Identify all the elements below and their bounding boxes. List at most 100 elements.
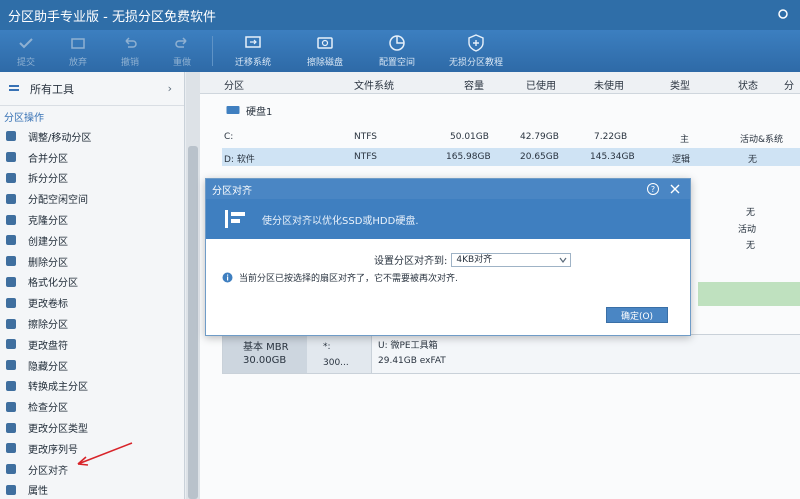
help-icon[interactable]: ? (646, 182, 660, 196)
sidebar-item-label: 删除分区 (28, 257, 68, 269)
allocate-icon (6, 193, 16, 204)
banner-text: 使分区对齐以优化SSD或HDD硬盘. (262, 215, 419, 227)
sidebar-item[interactable]: 转换成主分区 (0, 376, 184, 397)
undo-button[interactable]: 撤销 (104, 30, 156, 72)
sidebar-item-label: 检查分区 (28, 403, 68, 415)
col-type[interactable]: 类型 (670, 77, 690, 92)
discard-icon (71, 38, 85, 49)
clone-icon (6, 214, 16, 225)
align-label: 设置分区对齐到: (374, 256, 448, 267)
col-capacity[interactable]: 容量 (464, 77, 484, 92)
sidebar-item-label: 隐藏分区 (28, 361, 68, 373)
properties-icon (6, 484, 16, 495)
pie-chart-icon (389, 35, 405, 51)
discard-button[interactable]: 放弃 (52, 30, 104, 72)
align-icon (6, 464, 16, 475)
sidebar-item-label: 属性 (28, 486, 48, 498)
sidebar-item-label: 创建分区 (28, 236, 68, 248)
status-cell: 无 (746, 241, 756, 251)
sidebar-item[interactable]: 克隆分区 (0, 209, 184, 230)
sidebar-item-label: 分配空闲空间 (28, 195, 88, 207)
sidebar-item-label: 更改序列号 (28, 444, 78, 456)
sidebar-item-label: 转换成主分区 (28, 382, 88, 394)
disk-row[interactable]: 硬盘1 (200, 100, 272, 120)
sidebar-item-label: 更改盘符 (28, 340, 68, 352)
sidebar-item[interactable]: 格式化分区 (0, 272, 184, 293)
disk-info: 基本 MBR 30.00GB (223, 335, 307, 373)
scrollbar-thumb[interactable] (188, 146, 198, 499)
col-status[interactable]: 状态 (738, 77, 758, 92)
wipe-icon (6, 318, 16, 329)
create-icon (6, 235, 16, 246)
align-setting-row: 设置分区对齐到: 4KB对齐 (374, 252, 572, 267)
sidebar-item[interactable]: 检查分区 (0, 396, 184, 417)
undo-icon (125, 37, 137, 48)
split-icon (6, 172, 16, 183)
sidebar-item[interactable]: 更改盘符 (0, 334, 184, 355)
table-row-selected[interactable]: D: 软件 NTFS 165.98GB 20.65GB 145.34GB 逻辑 … (222, 148, 800, 166)
label-icon (6, 297, 16, 308)
align-select[interactable]: 4KB对齐 (451, 252, 572, 267)
sidebar-item[interactable]: 调整/移动分区 (0, 126, 184, 147)
sidebar-item-label: 更改分区类型 (28, 424, 88, 436)
sidebar-item-label: 格式化分区 (28, 278, 78, 290)
sidebar-item[interactable]: 属性 (0, 480, 184, 499)
tools-icon (9, 84, 19, 91)
disk-map[interactable]: 基本 MBR 30.00GB *: 300... U: 微PE工具箱 29.41… (222, 334, 800, 374)
sidebar: 所有工具 › 分区操作 调整/移动分区 合并分区拆分分区分配空闲空间 克隆分区创建分… (0, 72, 185, 499)
resize-icon (6, 131, 16, 142)
sidebar-item[interactable]: 分配空闲空间 (0, 188, 184, 209)
sidebar-item-label: 更改卷标 (28, 299, 68, 311)
redo-button[interactable]: 重做 (156, 30, 208, 72)
sidebar-item[interactable]: 删除分区 (0, 251, 184, 272)
hide-icon (6, 360, 16, 371)
close-icon[interactable] (668, 182, 682, 196)
table-row[interactable]: C: NTFS 50.01GB 42.79GB 7.22GB 主 活动&系统 (222, 128, 800, 146)
sidebar-item[interactable]: 更改卷标 (0, 292, 184, 313)
window-title-bar: 分区助手专业版 - 无损分区免费软件 (0, 0, 800, 30)
status-cell: 无 (746, 208, 756, 218)
check-icon (19, 38, 33, 49)
annotation-arrow-icon (77, 442, 133, 466)
chevron-right-icon: › (167, 82, 172, 95)
redo-icon (175, 37, 187, 48)
partition-bar (698, 282, 800, 306)
table-header: 分区 文件系统 容量 已使用 未使用 类型 状态 分 (200, 72, 800, 94)
info-icon (222, 272, 233, 283)
tutorial-button[interactable]: 无损分区教程 (433, 30, 519, 72)
partition-block-small[interactable]: *: 300... (323, 339, 349, 371)
col-more[interactable]: 分 (784, 77, 794, 92)
sidebar-item[interactable]: 更改分区类型 (0, 417, 184, 438)
ok-button[interactable]: 确定(O) (606, 307, 668, 323)
sidebar-item[interactable]: 擦除分区 (0, 313, 184, 334)
allocate-space-button[interactable]: 配置空间 (361, 30, 433, 72)
dialog-title: 分区对齐 (212, 185, 252, 197)
sidebar-item[interactable]: 合并分区 (0, 147, 184, 168)
merge-icon (6, 152, 16, 163)
col-used[interactable]: 已使用 (526, 77, 556, 92)
section-heading: 分区操作 (4, 112, 44, 124)
chevron-down-icon (559, 257, 567, 263)
sidebar-item-label: 合并分区 (28, 153, 68, 165)
status-cell: 活动 (738, 225, 757, 235)
sidebar-item[interactable]: 拆分分区 (0, 168, 184, 189)
col-partition[interactable]: 分区 (224, 77, 244, 92)
commit-button[interactable]: 提交 (0, 30, 52, 72)
partition-align-dialog: 分区对齐 ? 使分区对齐以优化SSD或HDD硬盘. 设置分区对齐到: 4KB对齐… (205, 178, 691, 336)
sidebar-scrollbar[interactable] (186, 72, 200, 499)
sidebar-item[interactable]: 创建分区 (0, 230, 184, 251)
migrate-os-icon (245, 36, 261, 48)
sidebar-item-label: 克隆分区 (28, 216, 68, 228)
migrate-os-button[interactable]: 迁移系统 (217, 30, 289, 72)
col-filesystem[interactable]: 文件系统 (354, 77, 394, 92)
serial-icon (6, 443, 16, 454)
sidebar-item-label: 调整/移动分区 (28, 132, 92, 144)
all-tools-item[interactable]: 所有工具 › (0, 72, 184, 106)
tutorial-plus-icon (468, 34, 484, 52)
sidebar-item[interactable]: 隐藏分区 (0, 355, 184, 376)
hard-disk-icon (226, 106, 240, 114)
col-free[interactable]: 未使用 (594, 77, 624, 92)
partition-block-u[interactable]: U: 微PE工具箱 29.41GB exFAT (371, 335, 800, 373)
wipe-disk-button[interactable]: 擦除磁盘 (289, 30, 361, 72)
settings-icon[interactable] (776, 7, 790, 21)
